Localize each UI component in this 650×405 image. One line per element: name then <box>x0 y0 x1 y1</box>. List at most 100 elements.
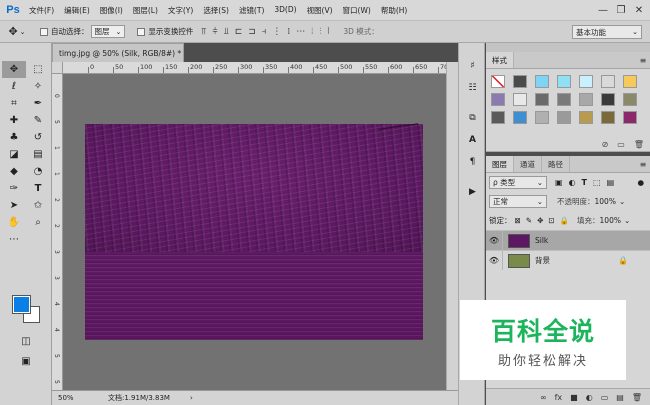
style-swatch[interactable] <box>557 93 571 106</box>
foreground-color-swatch[interactable] <box>13 296 30 313</box>
layer-name[interactable]: 背景 <box>535 255 550 266</box>
chevron-down-icon[interactable]: ⌄ <box>619 197 625 206</box>
style-swatch[interactable] <box>579 93 593 106</box>
distribute-hcenter-icon[interactable]: ⫶ <box>319 27 321 37</box>
menu-item[interactable]: 文字(Y) <box>163 5 198 16</box>
ruler-corner[interactable] <box>52 62 63 74</box>
filter-shape-icon[interactable]: ⬚ <box>593 178 601 187</box>
add-mask-icon[interactable]: ■ <box>570 393 578 402</box>
eraser-tool-icon[interactable]: ◪ <box>2 146 26 163</box>
magic-wand-tool-icon[interactable]: ✧ <box>26 78 50 95</box>
style-swatch[interactable] <box>623 75 637 88</box>
layer-thumbnail[interactable] <box>508 253 530 268</box>
hand-tool-icon[interactable]: ✋ <box>2 214 26 231</box>
close-button[interactable]: ✕ <box>630 3 648 19</box>
clone-stamp-tool-icon[interactable]: ♣ <box>2 129 26 146</box>
menu-item[interactable]: 编辑(E) <box>59 5 95 16</box>
new-group-icon[interactable]: ▭ <box>601 393 609 402</box>
blend-mode-dropdown[interactable]: 正常 ⌄ <box>489 195 547 208</box>
path-selection-tool-icon[interactable]: ➤ <box>2 197 26 214</box>
menu-item[interactable]: 滤镜(T) <box>234 5 269 16</box>
color-swatches[interactable] <box>13 296 41 324</box>
lock-transparent-icon[interactable]: ⊠ <box>515 216 521 225</box>
paragraph-panel-icon[interactable]: ¶ <box>459 151 486 173</box>
new-style-icon[interactable]: ▭ <box>617 140 625 149</box>
chevron-down-icon[interactable]: ⌄ <box>624 216 630 225</box>
align-vcenter-icon[interactable]: ⫩ <box>212 27 217 37</box>
visibility-eye-icon[interactable]: 👁 <box>486 251 503 270</box>
style-swatch[interactable] <box>535 111 549 124</box>
show-transform-checkbox[interactable] <box>137 27 146 36</box>
style-swatch[interactable] <box>557 75 571 88</box>
filter-smart-icon[interactable]: ▤ <box>607 178 615 187</box>
filter-adjustment-icon[interactable]: ◐ <box>569 178 576 187</box>
style-swatch[interactable] <box>601 75 615 88</box>
lock-position-icon[interactable]: ✥ <box>537 216 543 225</box>
minimize-button[interactable]: — <box>594 3 612 19</box>
style-swatch[interactable] <box>579 111 593 124</box>
play-action-icon[interactable]: ▶ <box>459 181 486 203</box>
canvas-area[interactable] <box>63 74 446 390</box>
lock-all-icon[interactable]: 🔒 <box>560 216 569 225</box>
align-right-icon[interactable]: ⫞ <box>262 27 267 37</box>
auto-select-checkbox[interactable] <box>40 27 48 36</box>
style-swatch[interactable] <box>601 111 615 124</box>
delete-style-icon[interactable]: 🗑 <box>634 140 644 149</box>
menu-item[interactable]: 帮助(H) <box>376 5 413 16</box>
tab-paths[interactable]: 路径 <box>542 156 570 172</box>
ruler-horizontal[interactable]: 0 50 100 150 200 250 300 350 400 450 500 550 600 650 7… <box>63 62 446 74</box>
style-swatch[interactable] <box>491 93 505 106</box>
blur-tool-icon[interactable]: ◆ <box>2 163 26 180</box>
filter-pixel-icon[interactable]: ▣ <box>555 178 563 187</box>
character-panel-icon[interactable]: A <box>459 129 486 151</box>
pen-tool-icon[interactable]: ✑ <box>2 180 26 197</box>
link-layers-icon[interactable]: ∞ <box>540 393 547 402</box>
zoom-tool-icon[interactable]: ⌕ <box>26 214 50 231</box>
style-swatch[interactable] <box>535 93 549 106</box>
menu-item[interactable]: 图像(I) <box>95 5 128 16</box>
new-layer-icon[interactable]: ▤ <box>616 393 624 402</box>
delete-layer-icon[interactable]: 🗑 <box>632 393 642 402</box>
layer-thumbnail[interactable] <box>508 233 530 248</box>
style-swatch[interactable] <box>513 111 527 124</box>
style-swatch[interactable] <box>601 93 615 106</box>
zoom-level[interactable]: 50% <box>52 394 78 402</box>
type-tool-icon[interactable]: T <box>26 180 50 197</box>
lasso-tool-icon[interactable]: ℓ <box>2 78 26 95</box>
status-menu-arrow[interactable]: › <box>190 394 193 402</box>
tab-layers[interactable]: 图层 <box>486 156 514 172</box>
ruler-vertical[interactable]: 0 5 1 1 2 2 3 3 4 4 5 5 <box>52 74 63 390</box>
distribute-center-icon[interactable]: ⁞ <box>287 27 290 37</box>
style-swatch[interactable] <box>513 75 527 88</box>
layer-row[interactable]: 👁 背景 🔒 <box>486 250 650 270</box>
layer-style-icon[interactable]: fx <box>555 393 563 402</box>
clear-style-icon[interactable]: ⊘ <box>602 140 609 149</box>
brush-tool-icon[interactable]: ✎ <box>26 112 50 129</box>
marquee-tool-icon[interactable]: ⬚ <box>26 61 50 78</box>
vertical-scrollbar[interactable] <box>446 62 458 390</box>
lock-pixels-icon[interactable]: ✎ <box>526 216 532 225</box>
gradient-tool-icon[interactable]: ▤ <box>26 146 50 163</box>
layer-filter-dropdown[interactable]: ρ 类型 ⌄ <box>489 176 547 189</box>
visibility-eye-icon[interactable]: 👁 <box>486 231 503 250</box>
auto-select-dropdown[interactable]: 图层 ⌄ <box>90 25 126 38</box>
workspace-dropdown[interactable]: 基本功能 ⌄ <box>572 25 642 39</box>
align-hcenter-icon[interactable]: ⊐ <box>248 27 256 37</box>
more-tools-icon[interactable]: ⋯ <box>2 231 26 248</box>
tab-channels[interactable]: 通道 <box>514 156 542 172</box>
style-swatch[interactable] <box>491 75 505 88</box>
fill-value[interactable]: 100% <box>600 216 621 225</box>
document-tab[interactable]: timg.jpg @ 50% (Silk, RGB/8#) * <box>52 43 184 62</box>
move-tool-icon[interactable]: ✥ <box>2 61 26 78</box>
history-panel-icon[interactable]: ♯ <box>459 55 486 77</box>
style-swatch[interactable] <box>491 111 505 124</box>
menu-item[interactable]: 图层(L) <box>128 5 163 16</box>
distribute-left-icon[interactable]: ⦙ <box>311 27 313 37</box>
screen-mode-icon[interactable]: ▣ <box>14 353 38 370</box>
adjustments-panel-icon[interactable]: ⧉ <box>459 107 486 129</box>
align-top-icon[interactable]: ⫪ <box>201 27 206 37</box>
style-swatch[interactable] <box>513 93 527 106</box>
lock-artboard-icon[interactable]: ⊡ <box>548 216 554 225</box>
menu-item[interactable]: 3D(D) <box>269 5 301 16</box>
menu-item[interactable]: 视图(V) <box>302 5 338 16</box>
